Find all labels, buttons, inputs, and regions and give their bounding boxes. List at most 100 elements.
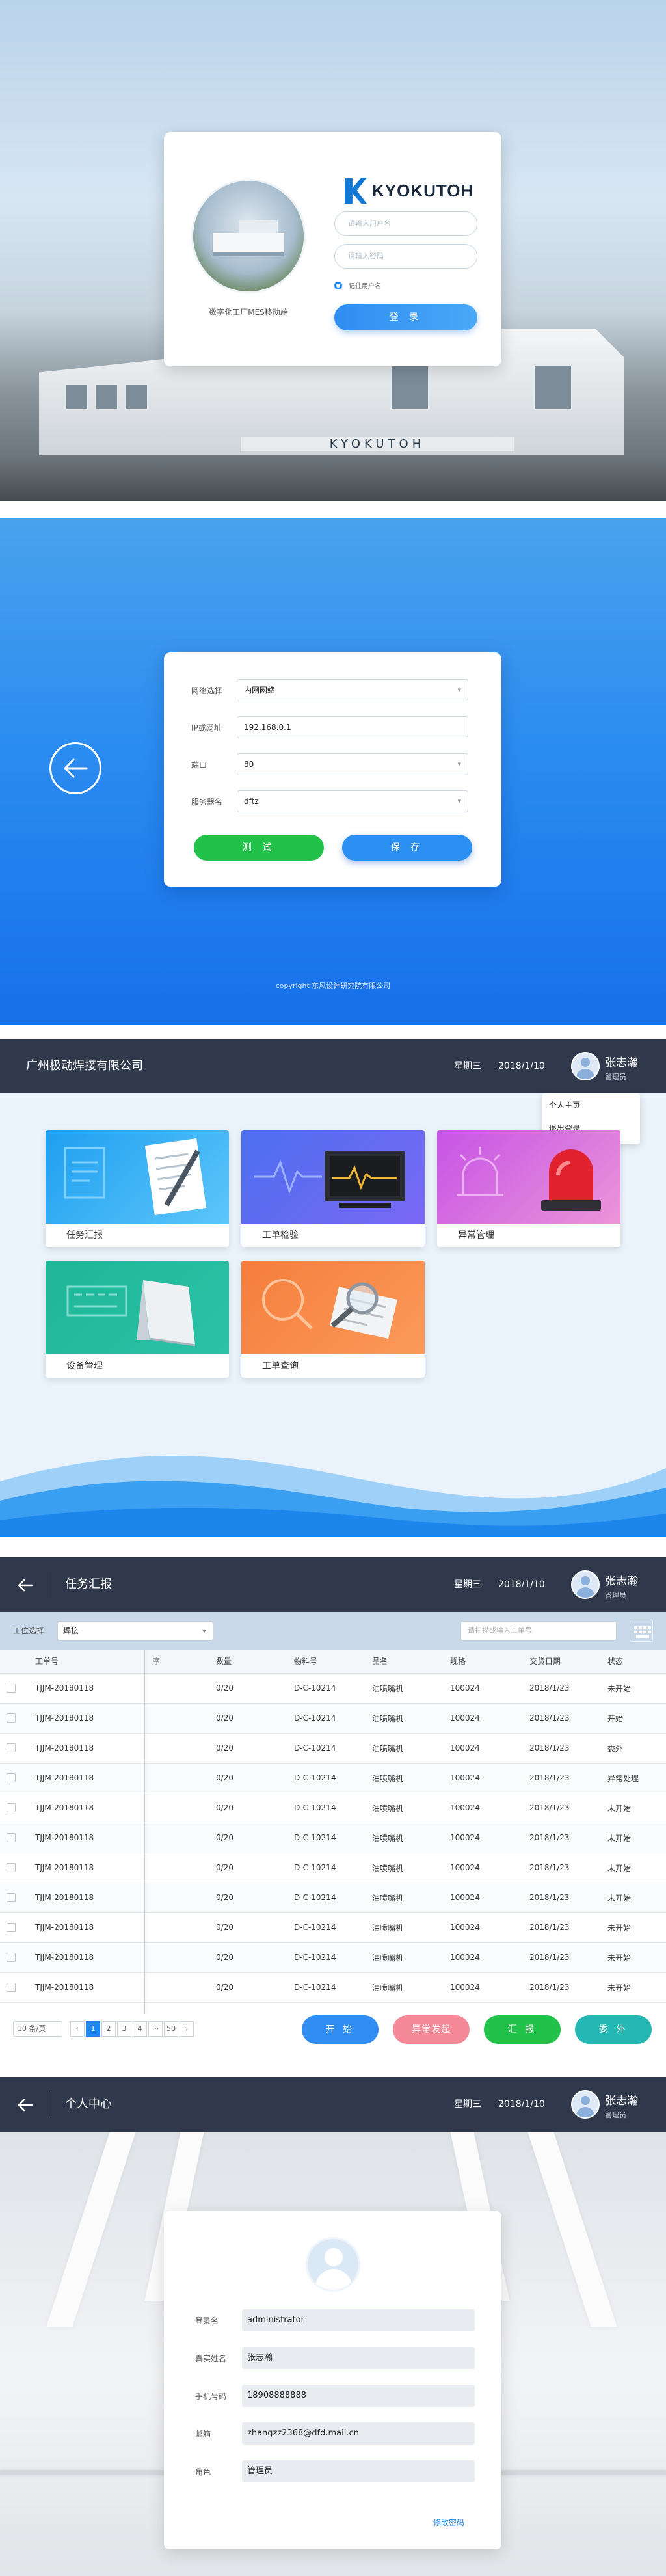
table-cell: D-C-10214	[287, 1972, 366, 2003]
row-checkbox[interactable]	[7, 1833, 16, 1843]
page-50[interactable]: 50	[164, 2021, 178, 2037]
table-row[interactable]: TJJM-20180118 0/20 D-C-10214 油喷嘴机 100024 2018…	[0, 1703, 666, 1734]
task-report-screen: 任务汇报 星期三 2018/1/10 张志瀚 管理员 工位选择 焊接 ▾ 请扫描或…	[0, 1557, 666, 2063]
page-title: 个人中心	[65, 2097, 112, 2111]
table-cell: D-C-10214	[287, 1853, 366, 1883]
work-order-search-input[interactable]: 请扫描或输入工单号	[460, 1621, 617, 1641]
row-checkbox[interactable]	[7, 1743, 16, 1753]
factory-photo	[191, 179, 306, 293]
table-cell	[146, 1793, 209, 1823]
table-cell: 2018/1/23	[523, 1823, 601, 1853]
page-size-select[interactable]: 10 条/页	[13, 2021, 62, 2037]
network-select[interactable]: 内网网络 ▾	[237, 679, 468, 701]
back-arrow-icon[interactable]	[49, 742, 101, 794]
table-cell: 油喷嘴机	[366, 1763, 444, 1793]
user-role: 管理员	[605, 1591, 626, 1600]
table-row[interactable]: TJJM-20180118 0/20 D-C-10214 油喷嘴机 100024 2018…	[0, 1942, 666, 1973]
table-row[interactable]: TJJM-20180118 0/20 D-C-10214 油喷嘴机 100024 2018…	[0, 1673, 666, 1704]
tile-work-order-query[interactable]: 工单查询	[241, 1261, 425, 1378]
magnifier-icon	[241, 1261, 425, 1354]
back-arrow-icon[interactable]	[16, 2095, 35, 2115]
page-4[interactable]: 4	[133, 2021, 147, 2037]
menu-item-profile[interactable]: 个人主页	[542, 1093, 640, 1117]
login-button[interactable]: 登 录	[334, 304, 477, 330]
row-checkbox[interactable]	[7, 1713, 16, 1723]
table-row[interactable]: TJJM-20180118 0/20 D-C-10214 油喷嘴机 100024 2018…	[0, 1912, 666, 1943]
tile-equipment-management[interactable]: 设备管理	[46, 1261, 229, 1378]
remember-username[interactable]: 记住用户名	[334, 280, 381, 290]
table-cell: 2018/1/23	[523, 1673, 601, 1704]
tile-exception-management[interactable]: 异常管理	[437, 1130, 620, 1247]
port-select[interactable]: 80 ▾	[237, 753, 468, 775]
table-cell: 0/20	[209, 1793, 287, 1823]
tile-task-report[interactable]: 任务汇报	[46, 1130, 229, 1247]
back-arrow-icon[interactable]	[16, 1576, 35, 1595]
company-name: 广州极动焊接有限公司	[26, 1059, 143, 1073]
user-name[interactable]: 张志瀚	[605, 1572, 638, 1588]
row-checkbox[interactable]	[7, 1863, 16, 1873]
next-page-icon[interactable]: ›	[180, 2021, 194, 2037]
change-password-link[interactable]: 修改密码	[433, 2517, 464, 2528]
table-cell: 未开始	[601, 1972, 666, 2003]
table-cell: 2018/1/23	[523, 1912, 601, 1943]
row-checkbox[interactable]	[7, 1893, 16, 1903]
table-cell: 100024	[444, 1703, 523, 1734]
row-checkbox[interactable]	[7, 1923, 16, 1933]
table-row[interactable]: TJJM-20180118 0/20 D-C-10214 油喷嘴机 100024 2018…	[0, 1763, 666, 1793]
page-3[interactable]: 3	[117, 2021, 131, 2037]
prev-page-icon[interactable]: ‹	[70, 2021, 85, 2037]
tile-work-order-check[interactable]: 工单检验	[241, 1130, 425, 1247]
pagination: 10 条/页 ‹ 1 2 3 4 ··· 50 ›	[13, 2020, 195, 2037]
station-select[interactable]: 焊接 ▾	[57, 1621, 213, 1641]
page-ellipsis[interactable]: ···	[148, 2021, 163, 2037]
row-checkbox[interactable]	[7, 1773, 16, 1783]
server-name-select[interactable]: dftz ▾	[237, 790, 468, 812]
ip-input[interactable]: 192.168.0.1	[237, 716, 468, 738]
column-header: 规格	[444, 1650, 523, 1674]
table-cell: 2018/1/23	[523, 1883, 601, 1913]
column-header: 序	[146, 1650, 209, 1674]
row-checkbox[interactable]	[7, 1803, 16, 1813]
monitor-icon	[241, 1130, 425, 1224]
table-cell: 100024	[444, 1912, 523, 1943]
avatar[interactable]	[571, 2090, 600, 2119]
outsource-button[interactable]: 委 外	[575, 2015, 652, 2044]
table-cell: 0/20	[209, 1823, 287, 1853]
avatar[interactable]	[571, 1570, 600, 1599]
table-cell: 油喷嘴机	[366, 1853, 444, 1883]
dashboard-screen: 广州极动焊接有限公司 星期三 2018/1/10 张志瀚 管理员 个人主页 退出…	[0, 1039, 666, 1537]
column-header: 交货日期	[523, 1650, 601, 1674]
row-checkbox[interactable]	[7, 1953, 16, 1963]
user-name[interactable]: 张志瀚	[605, 1053, 638, 1069]
road	[0, 455, 666, 501]
password-input[interactable]: 请输入密码	[334, 244, 477, 269]
table-cell: 100024	[444, 1972, 523, 2003]
table-row[interactable]: TJJM-20180118 0/20 D-C-10214 油喷嘴机 100024 2018…	[0, 1793, 666, 1823]
row-checkbox[interactable]	[7, 1684, 16, 1693]
page-1[interactable]: 1	[86, 2021, 100, 2037]
table-row[interactable]: TJJM-20180118 0/20 D-C-10214 油喷嘴机 100024 2018…	[0, 1883, 666, 1913]
table-row[interactable]: TJJM-20180118 0/20 D-C-10214 油喷嘴机 100024 2018…	[0, 1823, 666, 1853]
radio-checked-icon[interactable]	[334, 281, 342, 289]
table-row[interactable]: TJJM-20180118 0/20 D-C-10214 油喷嘴机 100024 2018…	[0, 1972, 666, 2003]
keyboard-icon[interactable]	[630, 1620, 653, 1642]
report-button[interactable]: 汇 报	[484, 2015, 561, 2044]
table-row[interactable]: TJJM-20180118 0/20 D-C-10214 油喷嘴机 100024 2018…	[0, 1733, 666, 1764]
table-row[interactable]: TJJM-20180118 0/20 D-C-10214 油喷嘴机 100024 2018…	[0, 1853, 666, 1883]
row-checkbox[interactable]	[7, 1983, 16, 1992]
start-button[interactable]: 开 始	[302, 2015, 379, 2044]
raise-exception-button[interactable]: 异常发起	[393, 2015, 470, 2044]
top-bar: 任务汇报 星期三 2018/1/10 张志瀚 管理员	[0, 1557, 666, 1612]
table-cell	[146, 1883, 209, 1913]
table-cell: TJJM-20180118	[29, 1883, 146, 1913]
page-2[interactable]: 2	[101, 2021, 116, 2037]
chevron-down-icon: ▾	[457, 760, 461, 768]
test-button[interactable]: 测 试	[194, 835, 324, 861]
username-input[interactable]: 请输入用户名	[334, 211, 477, 236]
field-email: 邮箱 zhangzz2368@dfd.mail.cn	[195, 2422, 475, 2445]
save-button[interactable]: 保 存	[342, 835, 472, 861]
login-screen: KYOKUTOH 数字化工厂MES移动端 KYOKUTOH 请输入用户名 请输入…	[0, 0, 666, 501]
table-cell: 委外	[601, 1733, 666, 1764]
avatar[interactable]	[571, 1052, 600, 1080]
user-name[interactable]: 张志瀚	[605, 2091, 638, 2108]
